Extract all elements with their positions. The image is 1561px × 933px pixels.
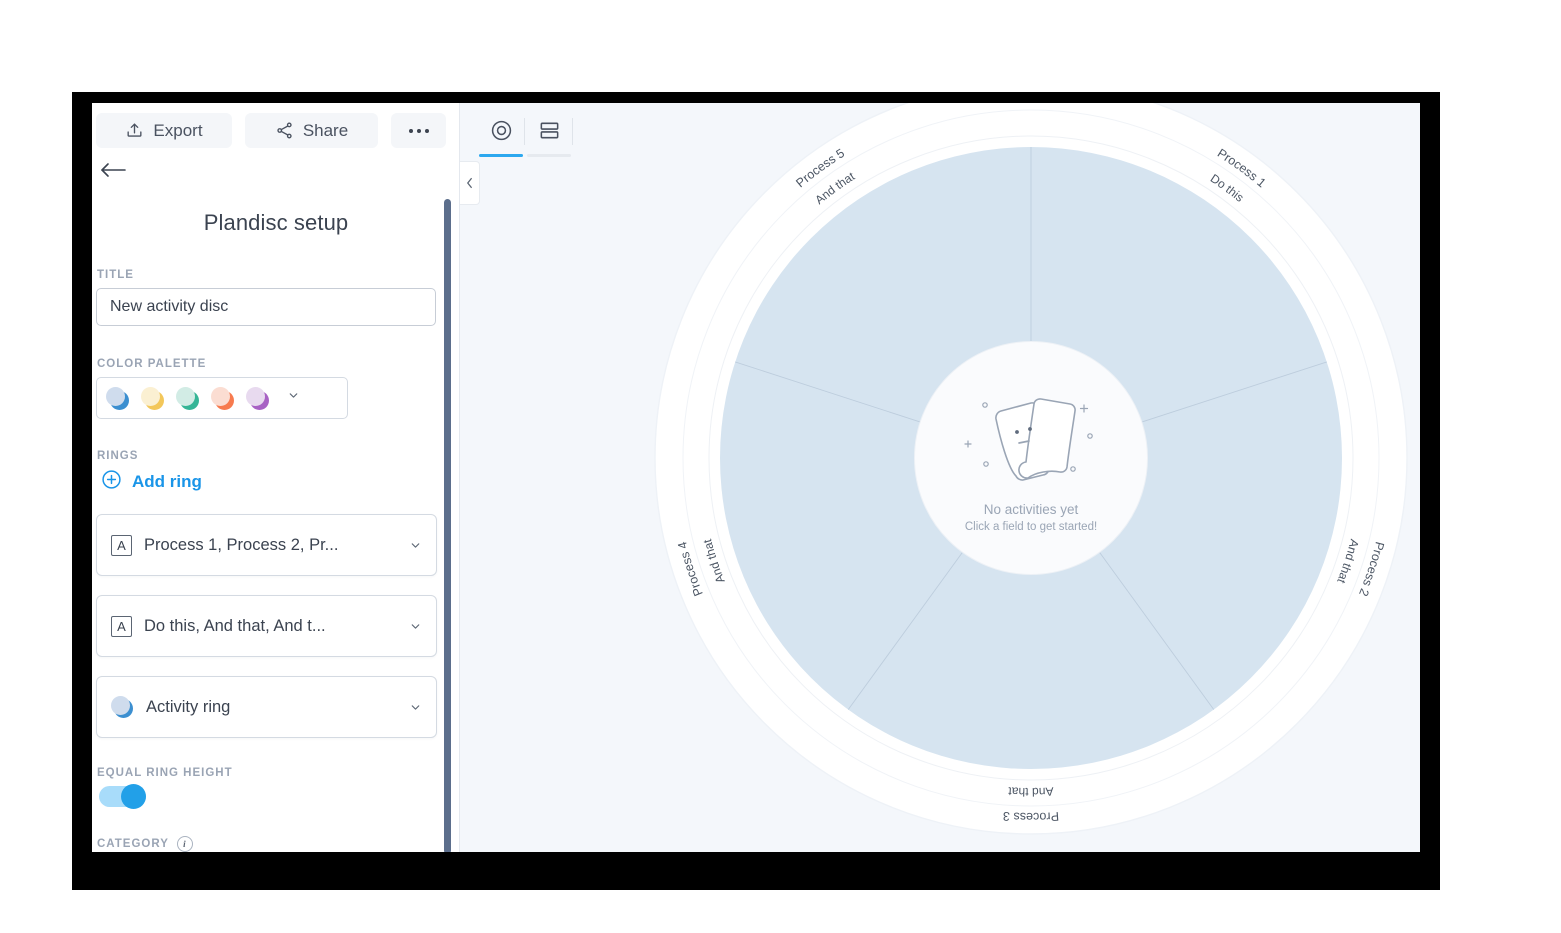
setup-sidebar: Export Share Plandisc setup TITLE New ac…	[92, 103, 460, 852]
chevron-down-icon[interactable]	[409, 620, 422, 633]
back-arrow-icon[interactable]	[98, 159, 128, 181]
export-button[interactable]: Export	[96, 113, 232, 148]
top-toolbar: Export Share	[92, 103, 460, 148]
equal-ring-height-group: EQUAL RING HEIGHT	[92, 767, 460, 809]
activity-ring-icon	[111, 695, 134, 719]
ellipsis-icon	[408, 128, 429, 133]
palette-swatch-blue[interactable]	[106, 386, 129, 410]
category-label: CATEGORY i	[97, 836, 456, 852]
palette-swatch-purple[interactable]	[246, 386, 269, 410]
tab-list-view[interactable]	[525, 109, 573, 157]
category-label-text: CATEGORY	[97, 838, 169, 850]
palette-swatch-yellow[interactable]	[141, 386, 164, 410]
add-ring-button[interactable]: Add ring	[101, 469, 202, 495]
text-ring-icon: A	[111, 534, 132, 556]
title-label: TITLE	[97, 269, 134, 281]
inner-label-text-2: And that	[1007, 784, 1054, 799]
equal-ring-height-toggle[interactable]	[99, 784, 146, 809]
circle-target-icon	[490, 119, 513, 147]
share-button[interactable]: Share	[245, 113, 378, 148]
plandisc-svg[interactable]: Process 1 Process 2 Process 3 Process 4 …	[654, 103, 1408, 835]
share-icon	[275, 121, 294, 140]
view-tab-bar	[477, 109, 573, 157]
equal-ring-height-label: EQUAL RING HEIGHT	[97, 767, 233, 779]
device-frame: Export Share Plandisc setup TITLE New ac…	[72, 92, 1440, 890]
plandisc-wheel[interactable]: Process 1 Process 2 Process 3 Process 4 …	[654, 103, 1408, 835]
category-group: CATEGORY i	[92, 836, 460, 852]
ring-row-label: Process 1, Process 2, Pr...	[144, 535, 339, 554]
palette-field-group: COLOR PALETTE	[92, 358, 460, 419]
text-ring-icon: A	[111, 615, 132, 637]
ring-row-activity[interactable]: Activity ring	[96, 676, 437, 738]
ring-row-dothis[interactable]: A Do this, And that, And t...	[96, 595, 437, 657]
page-root: Export Share Plandisc setup TITLE New ac…	[0, 0, 1561, 933]
rings-label: RINGS	[97, 450, 139, 462]
inner-label-2: And that	[1007, 784, 1054, 799]
add-ring-label: Add ring	[132, 472, 202, 491]
info-icon[interactable]: i	[176, 836, 193, 852]
palette-swatch-coral[interactable]	[211, 386, 234, 410]
share-button-label: Share	[302, 120, 349, 140]
chevron-down-icon[interactable]	[409, 539, 422, 552]
chevron-down-icon	[287, 389, 300, 407]
title-field-group: TITLE	[92, 269, 460, 326]
ring-row-process[interactable]: A Process 1, Process 2, Pr...	[96, 514, 437, 576]
ring-row-label: Activity ring	[146, 697, 231, 716]
upload-icon	[125, 121, 144, 140]
page-title: Plandisc setup	[203, 210, 349, 235]
disc-canvas: Process 1 Process 2 Process 3 Process 4 …	[460, 103, 1420, 852]
color-palette-selector[interactable]	[96, 377, 348, 419]
title-input[interactable]	[96, 288, 436, 326]
app-screen: Export Share Plandisc setup TITLE New ac…	[92, 103, 1420, 852]
tab-disc-view[interactable]	[477, 109, 525, 157]
plus-circle-icon	[101, 469, 122, 495]
palette-swatch-green[interactable]	[176, 386, 199, 410]
export-button-label: Export	[153, 120, 203, 140]
chevron-down-icon[interactable]	[409, 701, 422, 714]
more-options-button[interactable]	[391, 113, 446, 148]
color-palette-label: COLOR PALETTE	[97, 358, 207, 370]
rows-icon	[538, 119, 561, 147]
ring-row-label: Do this, And that, And t...	[144, 616, 326, 635]
collapse-sidebar-button[interactable]	[460, 161, 480, 205]
rings-field-group: RINGS Add ring	[92, 450, 460, 495]
ring-list: A Process 1, Process 2, Pr... A Do this,…	[92, 514, 460, 738]
sidebar-scrollbar[interactable]	[444, 199, 451, 852]
